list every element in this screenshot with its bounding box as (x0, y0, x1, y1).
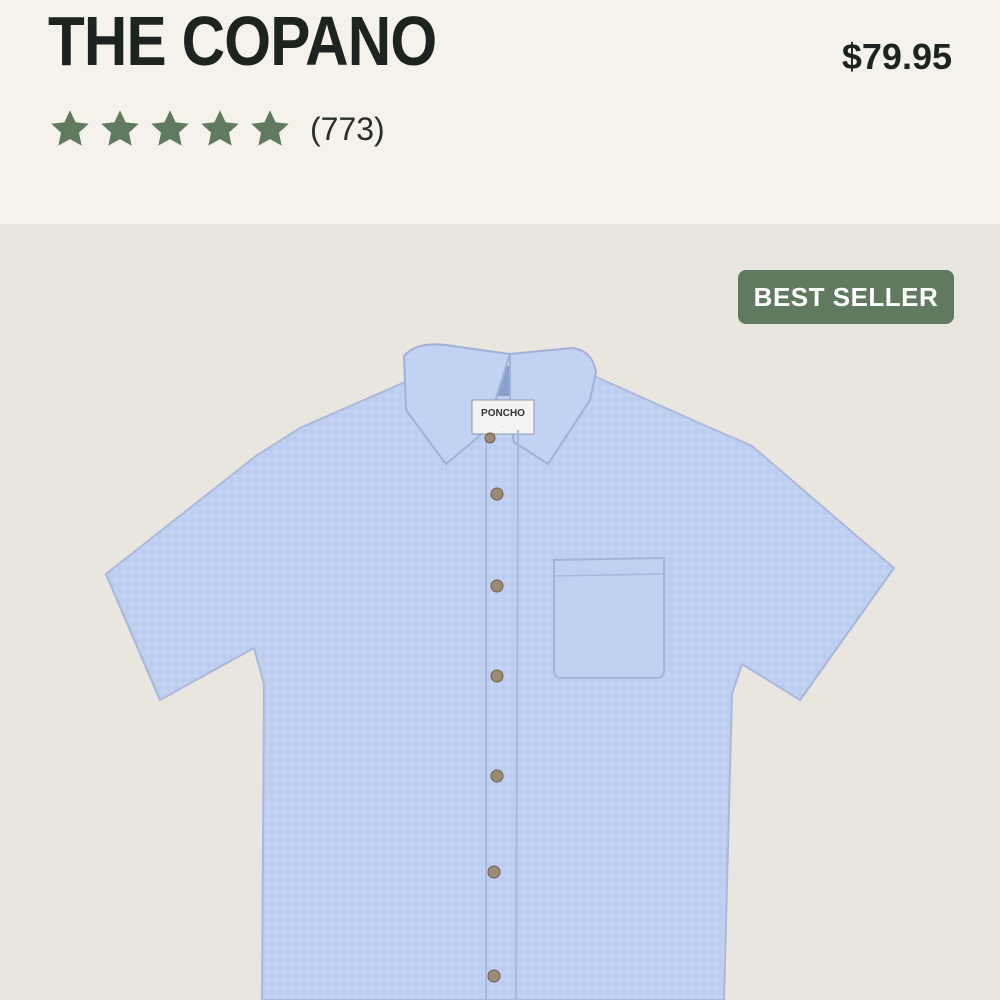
star-icon (48, 107, 92, 151)
star-icon (198, 107, 242, 151)
star-icon (248, 107, 292, 151)
best-seller-badge: BEST SELLER (738, 270, 954, 324)
rating-stars (48, 107, 292, 151)
shirt-label-brand: PONCHO (481, 408, 525, 419)
star-icon (148, 107, 192, 151)
review-count[interactable]: (773) (310, 111, 385, 148)
product-price: $79.95 (841, 36, 952, 77)
product-rating[interactable]: (773) (48, 106, 385, 152)
product-header: THE COPANO $79.95 (773) (0, 0, 1000, 224)
star-icon (98, 107, 142, 151)
product-image[interactable]: PONCHO · BEST SELLER (0, 224, 1000, 1000)
product-title: THE COPANO (48, 2, 437, 80)
shirt-image: PONCHO · (104, 343, 896, 1000)
